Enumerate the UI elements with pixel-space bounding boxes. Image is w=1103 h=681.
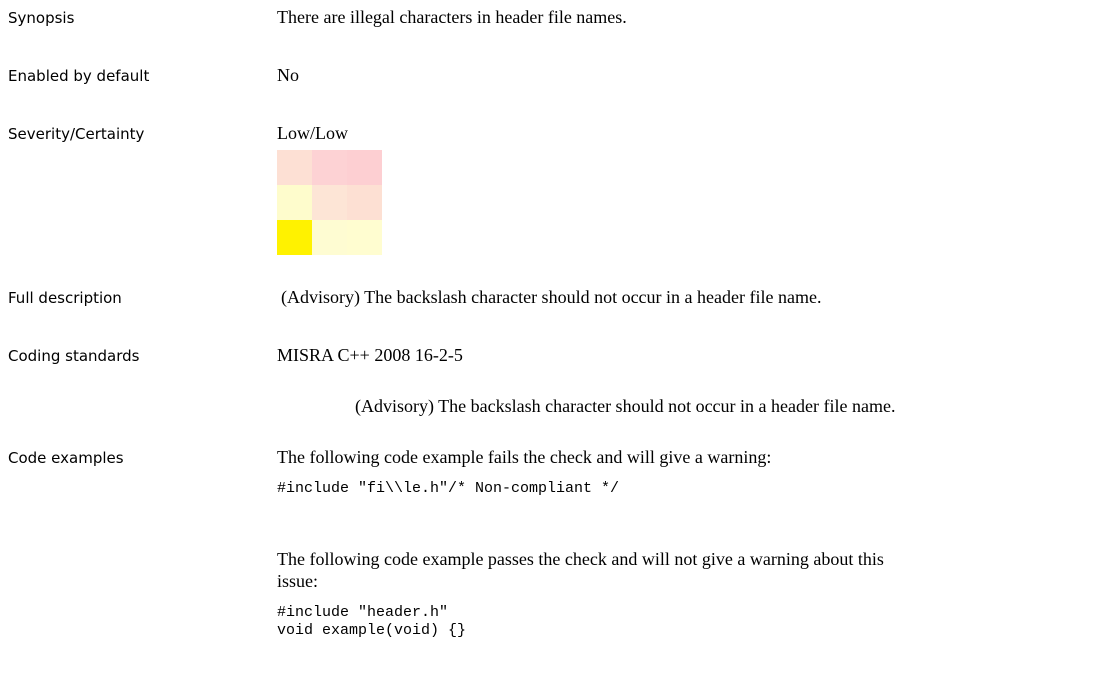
matrix-cell	[347, 150, 382, 185]
coding-standards-label: Coding standards	[8, 347, 140, 365]
code-examples-label: Code examples	[8, 449, 124, 467]
pass-example-intro-line1: The following code example passes the ch…	[277, 549, 884, 569]
severity-certainty-value: Low/Low	[277, 123, 348, 143]
enabled-by-default-value: No	[277, 65, 299, 85]
full-description-value: (Advisory) The backslash character shoul…	[281, 287, 822, 307]
synopsis-label: Synopsis	[8, 9, 75, 27]
pass-code-example-line1: #include "header.h"	[277, 604, 449, 621]
matrix-cell	[312, 220, 347, 255]
pass-example-intro-line2: issue:	[277, 571, 319, 591]
matrix-cell	[277, 220, 312, 255]
fail-code-example: #include "fi\\le.h"/* Non-compliant */	[277, 480, 620, 497]
matrix-cell	[347, 185, 382, 220]
matrix-cell	[277, 185, 312, 220]
matrix-cell	[312, 185, 347, 220]
synopsis-value: There are illegal characters in header f…	[277, 7, 627, 27]
fail-example-intro: The following code example fails the che…	[277, 447, 772, 467]
enabled-by-default-label: Enabled by default	[8, 67, 150, 85]
matrix-cell	[312, 150, 347, 185]
severity-certainty-label: Severity/Certainty	[8, 125, 145, 143]
severity-certainty-matrix	[277, 150, 382, 255]
matrix-cell	[347, 220, 382, 255]
matrix-cell	[277, 150, 312, 185]
coding-standard-rule-text: (Advisory) The backslash character shoul…	[355, 396, 896, 416]
full-description-label: Full description	[8, 289, 122, 307]
coding-standard-name: MISRA C++ 2008 16-2-5	[277, 345, 463, 365]
pass-code-example-line2: void example(void) {}	[277, 622, 467, 639]
